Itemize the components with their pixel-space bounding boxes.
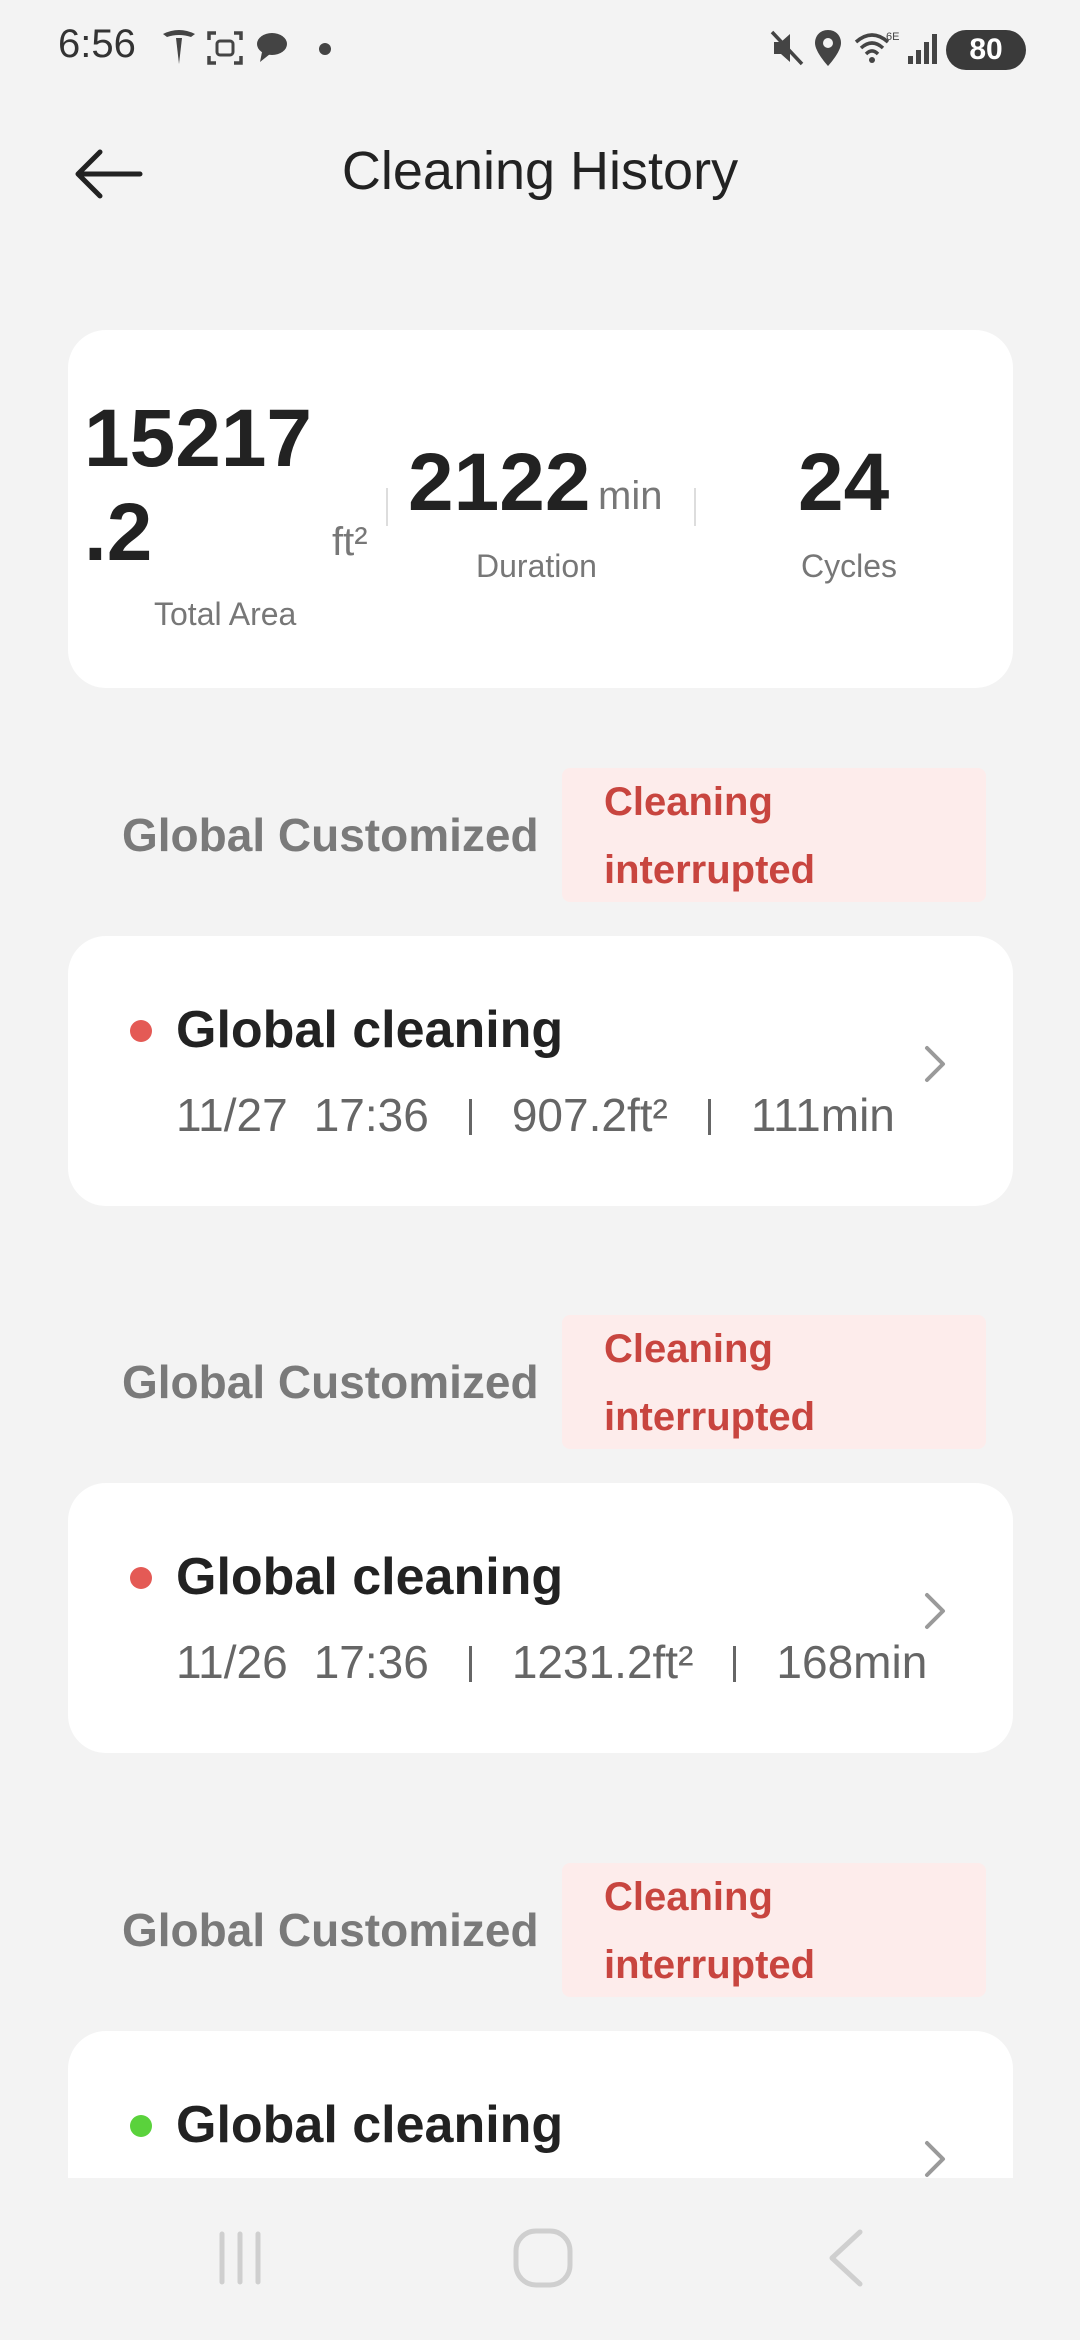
summary-card: 15217 .2 ft² Total Area 2122 min Duratio…	[68, 330, 1013, 688]
total-area-value-line2: .2	[84, 487, 153, 578]
screen: 6:56 6E 80 Cleaning History 15217 .2 ft²…	[0, 0, 1080, 2340]
page-title: Cleaning History	[341, 141, 739, 201]
chevron-right-icon	[925, 1593, 945, 1629]
status-badge-line2: interrupted	[604, 848, 816, 892]
status-badge: Cleaning interrupted	[562, 1315, 986, 1449]
chevron-right-icon	[925, 2141, 945, 2177]
screenshot-icon	[207, 31, 243, 65]
status-dot	[130, 1020, 152, 1042]
status-time: 6:56	[58, 22, 136, 66]
system-navigation-bar	[0, 2178, 1080, 2340]
recent-apps-icon	[219, 2231, 261, 2285]
cycles-value: 24	[798, 437, 890, 528]
system-back-icon	[829, 2229, 863, 2287]
record-area: 907.2ft²	[511, 1089, 668, 1141]
status-badge-line1: Cleaning	[604, 780, 773, 824]
tesla-icon	[163, 30, 195, 64]
status-badge-line2: interrupted	[604, 1395, 816, 1439]
record-group-label: Global Customized	[122, 1356, 539, 1408]
system-back-button[interactable]	[795, 2218, 895, 2298]
duration-value: 2122	[408, 437, 591, 528]
record-title: Global cleaning	[176, 1548, 564, 1606]
duration-unit: min	[598, 474, 663, 518]
record-time: 17:36	[313, 1636, 429, 1688]
record-meta: 11/27 17:36 907.2ft² 111min	[176, 1088, 895, 1142]
record-date: 11/27	[176, 1089, 288, 1141]
battery-level: 80	[969, 33, 1003, 66]
record-date: 11/26	[176, 1636, 288, 1688]
stat-divider	[694, 488, 696, 526]
meta-separator	[707, 1099, 711, 1135]
chat-icon	[257, 33, 287, 62]
record-time: 17:36	[313, 1089, 429, 1141]
record-area: 1231.2ft²	[511, 1636, 694, 1688]
total-area-value-line1: 15217	[84, 393, 313, 484]
total-area-label: Total Area	[154, 596, 297, 632]
meta-separator	[468, 1646, 472, 1682]
duration-label: Duration	[476, 548, 597, 584]
record-title: Global cleaning	[176, 2096, 564, 2154]
status-dot	[130, 1567, 152, 1589]
signal-icon	[908, 34, 937, 64]
meta-separator	[733, 1646, 737, 1682]
status-dot	[130, 2115, 152, 2137]
cleaning-record-card[interactable]: Global cleaning 11/27 17:36 907.2ft² 111min	[68, 936, 1013, 1206]
location-icon	[815, 30, 841, 66]
status-bar: 6:56 6E 80	[0, 0, 1080, 100]
status-badge-line2: interrupted	[604, 1943, 816, 1987]
recent-apps-button[interactable]	[190, 2218, 290, 2298]
mute-icon	[770, 30, 804, 66]
record-group-label: Global Customized	[122, 1904, 539, 1956]
record-duration: 111min	[750, 1089, 895, 1141]
cleaning-record-card[interactable]: Global cleaning 11/26 17:36 1231.2ft² 168mi…	[68, 1483, 1013, 1753]
status-badge-line1: Cleaning	[604, 1327, 773, 1371]
record-meta: 11/26 17:36 1231.2ft² 168min	[176, 1635, 927, 1689]
record-duration: 168min	[776, 1636, 928, 1688]
total-area-value: 15217 .2	[84, 392, 314, 580]
chevron-right-icon	[925, 1046, 945, 1082]
status-badge-line1: Cleaning	[604, 1875, 773, 1919]
status-badge: Cleaning interrupted	[562, 768, 986, 902]
cycles-label: Cycles	[801, 548, 898, 584]
home-icon	[513, 2228, 573, 2288]
battery-indicator: 80	[946, 30, 1026, 70]
stat-divider	[386, 488, 388, 526]
record-title: Global cleaning	[176, 1001, 564, 1059]
record-group-label: Global Customized	[122, 809, 539, 861]
wifi-6e-icon: 6E	[854, 31, 899, 63]
meta-separator	[468, 1099, 472, 1135]
svg-text:6E: 6E	[886, 31, 899, 43]
total-area-unit: ft²	[332, 520, 368, 564]
home-button[interactable]	[493, 2218, 593, 2298]
more-notifications-dot-icon	[319, 43, 331, 55]
status-badge: Cleaning interrupted	[562, 1863, 986, 1997]
